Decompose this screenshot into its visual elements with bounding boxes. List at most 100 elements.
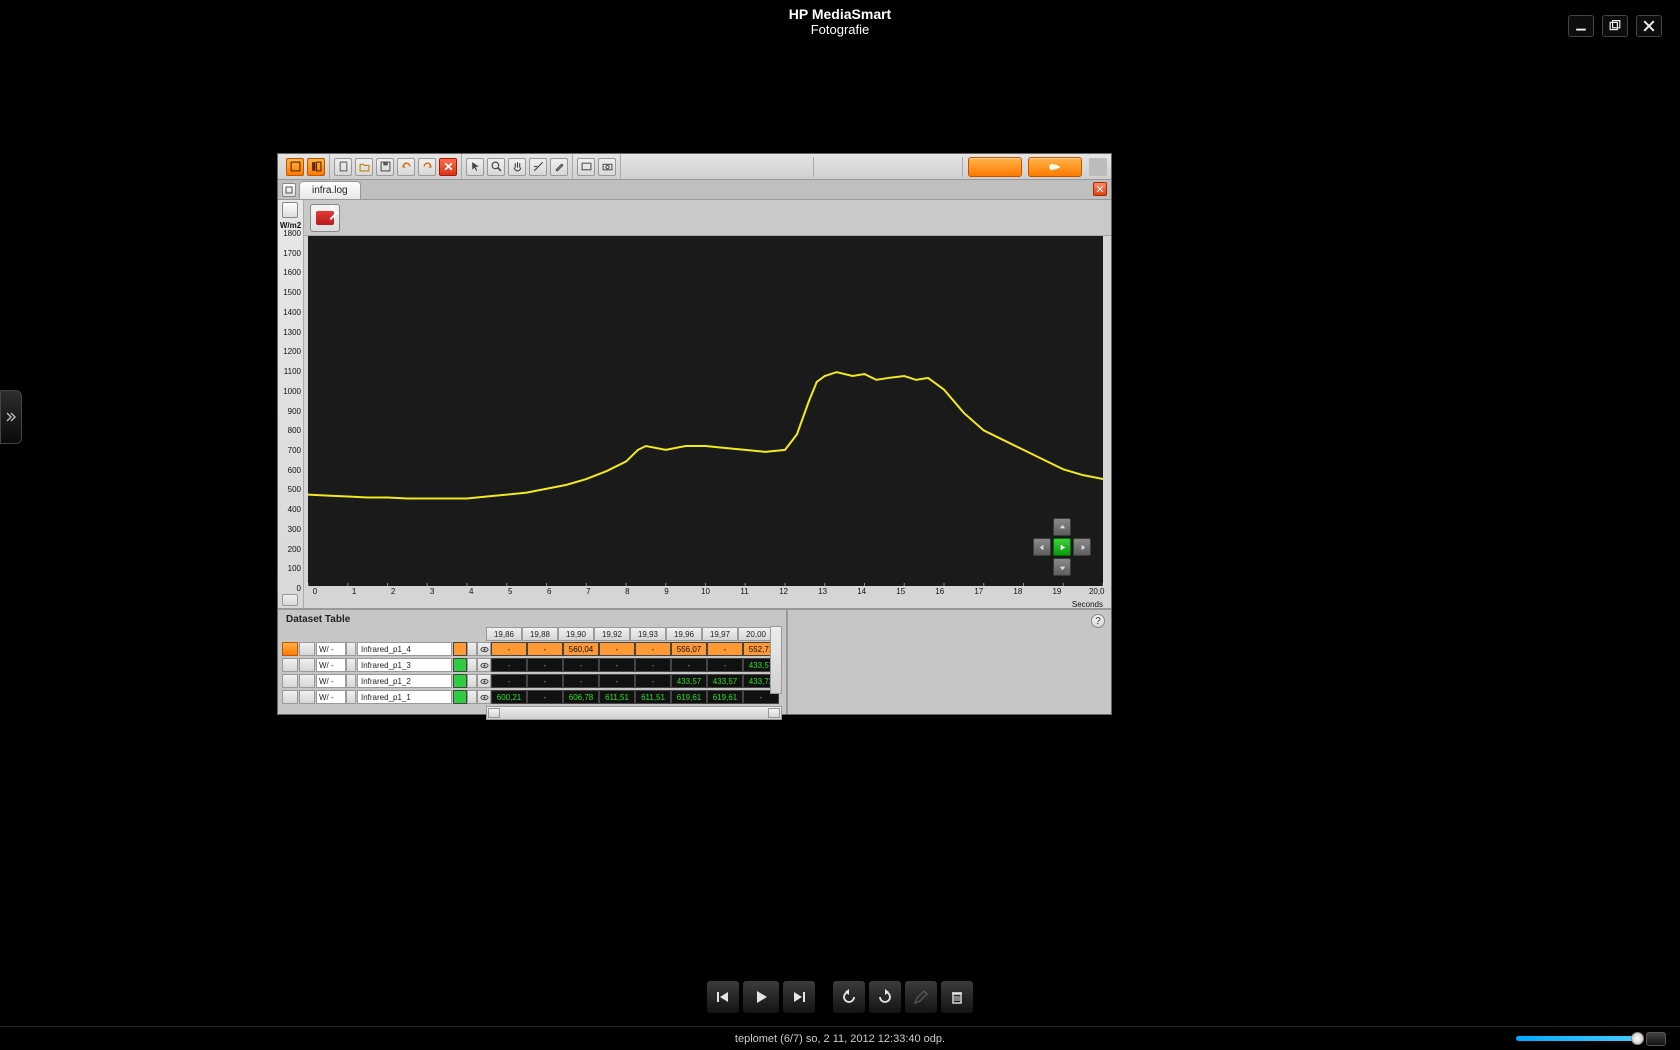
cell: 606,78 <box>563 690 599 704</box>
row-color-drop[interactable] <box>467 658 477 672</box>
cell: - <box>599 642 635 656</box>
row-color-swatch[interactable] <box>453 642 467 656</box>
cell: - <box>527 658 563 672</box>
layout-toggle-b[interactable] <box>307 158 325 176</box>
y-tick: 600 <box>288 466 301 475</box>
row-config-icon[interactable] <box>299 674 315 688</box>
record-button[interactable] <box>968 157 1022 177</box>
nav-down-icon[interactable] <box>1053 558 1071 576</box>
x-tick: 12 <box>777 587 791 599</box>
col-header: 19,88 <box>522 627 558 641</box>
open-file-icon[interactable] <box>355 158 373 176</box>
y-tick: 1700 <box>283 249 301 258</box>
save-file-icon[interactable] <box>376 158 394 176</box>
x-tick: 1 <box>347 587 361 599</box>
y-tick: 1800 <box>283 229 301 238</box>
yaxis-scroll-icon[interactable] <box>282 594 298 606</box>
status-indicator[interactable] <box>1028 157 1082 177</box>
col-header: 19,90 <box>558 627 594 641</box>
zoom-tool-icon[interactable] <box>487 158 505 176</box>
side-panel-handle[interactable] <box>0 390 22 444</box>
col-header: 19,93 <box>630 627 666 641</box>
row-visibility-icon[interactable] <box>477 658 491 672</box>
prev-button[interactable] <box>706 980 740 1014</box>
delete-icon[interactable] <box>439 158 457 176</box>
measure-tool-icon[interactable] <box>529 158 547 176</box>
help-icon[interactable]: ? <box>1091 614 1105 628</box>
chart[interactable]: 01234567891011121314151617181920,0 Secon… <box>304 236 1111 608</box>
nav-play-icon[interactable] <box>1053 538 1071 556</box>
table-row: W/ -Infrared_p1_4--560,04--556,07-552,71 <box>282 641 782 657</box>
row-color-swatch[interactable] <box>453 658 467 672</box>
row-color-drop[interactable] <box>467 690 477 704</box>
row-toggle[interactable] <box>282 690 298 704</box>
app-subtitle: Fotografie <box>0 22 1680 37</box>
row-toggle[interactable] <box>282 674 298 688</box>
table-row: W/ -Infrared_p1_2-----433,57433,57433,72 <box>282 673 782 689</box>
row-config-icon[interactable] <box>299 690 315 704</box>
next-button[interactable] <box>782 980 816 1014</box>
row-visibility-icon[interactable] <box>477 690 491 704</box>
x-tick: 5 <box>503 587 517 599</box>
rotate-right-button[interactable] <box>868 980 902 1014</box>
maximize-button[interactable] <box>1602 15 1628 37</box>
row-config-icon[interactable] <box>299 642 315 656</box>
col-header: 19,86 <box>486 627 522 641</box>
rotate-left-button[interactable] <box>832 980 866 1014</box>
tab-system-icon[interactable] <box>282 183 296 197</box>
edit-button[interactable] <box>904 980 938 1014</box>
row-unit-drop[interactable] <box>346 674 356 688</box>
redo-icon[interactable] <box>418 158 436 176</box>
y-tick: 1500 <box>283 288 301 297</box>
row-visibility-icon[interactable] <box>477 642 491 656</box>
volume-knob[interactable] <box>1631 1032 1644 1045</box>
new-file-icon[interactable] <box>334 158 352 176</box>
tab-close-icon[interactable] <box>1093 182 1107 196</box>
row-color-drop[interactable] <box>467 642 477 656</box>
layout-toggle-a[interactable] <box>286 158 304 176</box>
camera-icon[interactable] <box>598 158 616 176</box>
eject-icon[interactable] <box>1646 1032 1666 1046</box>
row-toggle[interactable] <box>282 642 298 656</box>
trash-button[interactable] <box>940 980 974 1014</box>
x-axis-ticks: 01234567891011121314151617181920,0 <box>308 587 1103 599</box>
row-visibility-icon[interactable] <box>477 674 491 688</box>
play-button[interactable] <box>742 980 780 1014</box>
settings-icon[interactable] <box>577 158 595 176</box>
volume-slider[interactable] <box>1516 1036 1638 1041</box>
nav-right-icon[interactable] <box>1073 538 1091 556</box>
yaxis-config-icon[interactable] <box>282 202 298 218</box>
minimize-button[interactable] <box>1568 15 1594 37</box>
cell: - <box>599 674 635 688</box>
app-title: HP MediaSmart <box>0 6 1680 22</box>
row-color-swatch[interactable] <box>453 690 467 704</box>
close-button[interactable] <box>1636 15 1662 37</box>
row-color-drop[interactable] <box>467 674 477 688</box>
row-unit-drop[interactable] <box>346 690 356 704</box>
undo-icon[interactable] <box>397 158 415 176</box>
status-caption: teplomet (6/7) so, 2 11, 2012 12:33:40 o… <box>735 1033 945 1045</box>
row-config-icon[interactable] <box>299 658 315 672</box>
nav-up-icon[interactable] <box>1053 518 1071 536</box>
nav-left-icon[interactable] <box>1033 538 1051 556</box>
pointer-tool-icon[interactable] <box>466 158 484 176</box>
x-tick: 14 <box>855 587 869 599</box>
table-vscroll[interactable] <box>770 626 782 694</box>
x-tick: 11 <box>738 587 752 599</box>
tab-infralog[interactable]: infra.log <box>299 181 361 199</box>
x-tick: 10 <box>698 587 712 599</box>
row-color-swatch[interactable] <box>453 674 467 688</box>
annotate-tool-icon[interactable] <box>550 158 568 176</box>
cell: 560,04 <box>563 642 599 656</box>
row-toggle[interactable] <box>282 658 298 672</box>
cell: - <box>635 658 671 672</box>
row-unit-drop[interactable] <box>346 642 356 656</box>
cell: 611,51 <box>635 690 671 704</box>
cell: - <box>527 642 563 656</box>
status-bar: teplomet (6/7) so, 2 11, 2012 12:33:40 o… <box>0 1026 1680 1050</box>
export-chart-icon[interactable] <box>310 204 340 232</box>
table-hscroll[interactable] <box>486 706 782 720</box>
pan-tool-icon[interactable] <box>508 158 526 176</box>
y-tick: 500 <box>288 485 301 494</box>
row-unit-drop[interactable] <box>346 658 356 672</box>
